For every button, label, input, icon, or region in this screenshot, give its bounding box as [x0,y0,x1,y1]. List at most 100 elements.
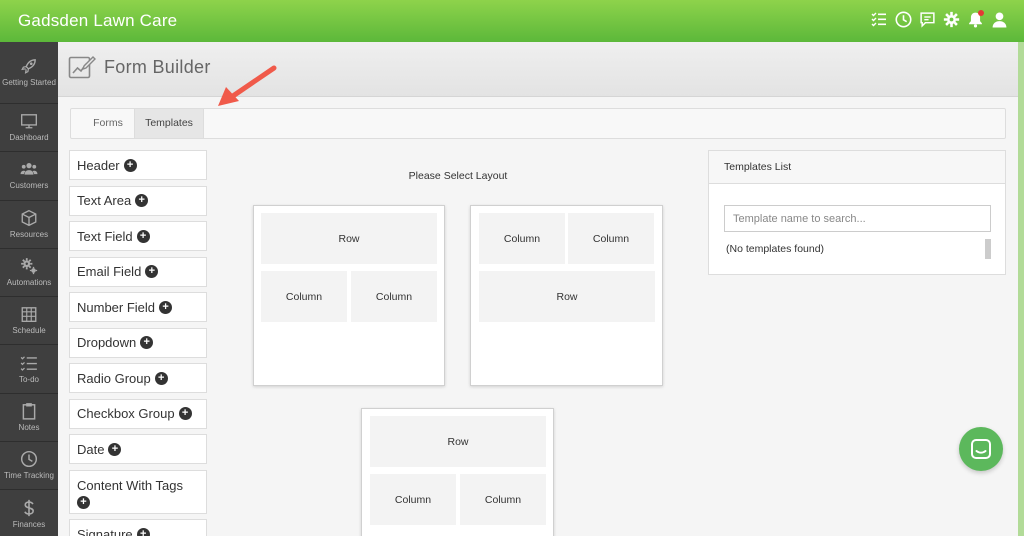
tab-templates[interactable]: Templates [134,109,204,138]
page-scrollbar[interactable] [1018,42,1024,536]
layout-cell-column: Column [370,474,456,525]
add-icon[interactable]: + [136,229,150,243]
add-icon[interactable]: + [145,265,159,278]
templates-panel-title: Templates List [709,151,1005,184]
field-label: Dropdown [77,335,137,350]
clipboard-icon [22,403,36,420]
clock-icon [20,451,38,468]
chat-button[interactable] [959,427,1003,471]
sidebar-item-label: Time Tracking [4,471,54,481]
field-number-field[interactable]: Number Field + [69,292,207,322]
field-label: Radio Group [77,370,151,386]
rocket-icon [21,59,36,74]
add-icon[interactable]: + [154,371,168,385]
templates-empty-text: (No templates found) [726,243,825,255]
field-palette: Header + Text Area + Text Field + Email Fie… [69,150,207,536]
templates-panel: Templates List (No templates found) [708,150,1006,275]
chat-icon[interactable] [918,10,936,28]
dollar-icon [24,499,34,516]
clock-icon[interactable] [894,10,912,28]
monitor-icon [21,114,37,129]
chat-bubble-icon [971,439,991,459]
field-dropdown[interactable]: Dropdown + [69,327,207,358]
field-label: Text Field [77,228,133,244]
gear-icon[interactable] [942,10,960,28]
top-icons [870,10,1008,28]
add-icon[interactable]: + [108,442,122,456]
add-icon[interactable]: + [135,194,149,207]
sidebar-item-label: Resources [9,229,49,239]
add-icon[interactable]: + [178,407,192,420]
field-checkbox-group[interactable]: Checkbox Group + [69,398,207,429]
sidebar-item-label: Automations [6,278,52,288]
sidebar-item-to-do[interactable]: To-do [0,345,58,394]
field-label: Date [77,441,105,457]
notification-dot [978,10,984,16]
sidebar-item-label: Schedule [12,326,46,336]
calendar-icon [21,307,37,323]
layout-cell-row: Row [479,271,655,322]
add-icon[interactable]: + [159,300,173,314]
layout-cell-column: Column [261,271,347,322]
tab-bar: Forms Templates [70,108,1006,139]
layout-two-columns-row[interactable]: Column Column Row [470,205,663,386]
field-label: Text Area [77,193,132,208]
sidebar-item-label: Customers [9,181,49,191]
user-icon[interactable] [990,10,1008,28]
sidebar-item-notes[interactable]: Notes [0,394,58,443]
annotation-arrow [218,65,277,106]
app-title: Gadsden Lawn Care [18,11,178,30]
field-radio-group[interactable]: Radio Group + [69,363,207,393]
gears-icon [21,258,38,275]
sidebar-item-label: Notes [18,422,40,432]
sidebar-item-schedule[interactable]: Schedule [0,297,58,346]
add-icon[interactable]: + [136,527,150,536]
field-label: Header [77,157,120,173]
field-signature[interactable]: Signature + [69,519,207,536]
sidebar-item-label: To-do [18,374,39,384]
field-label: Checkbox Group [77,406,175,421]
bell-icon[interactable] [966,10,984,28]
layout-cell-column: Column [479,213,565,264]
page-title: Form Builder [104,57,211,77]
field-header[interactable]: Header + [69,150,207,180]
field-text-area[interactable]: Text Area + [69,185,207,216]
checklist-icon[interactable] [870,10,888,28]
layout-row-two-columns[interactable]: Row Column Column [253,205,445,386]
sidebar-item-finances[interactable]: Finances [0,490,58,536]
list-check-icon [20,355,37,371]
users-icon [20,163,38,176]
layout-cell-column: Column [568,213,654,264]
form-chart-icon [68,56,96,79]
field-label: Number Field [77,299,156,315]
layout-cell-row: Row [261,213,437,264]
add-icon[interactable]: + [140,336,154,349]
sidebar-item-dashboard[interactable]: Dashboard [0,104,58,153]
sidebar-item-time-tracking[interactable]: Time Tracking [0,442,58,491]
layout-cell-row: Row [370,416,546,467]
sidebar-item-customers[interactable]: Customers [0,152,58,201]
layout-row-two-columns-alt[interactable]: Row Column Column [361,408,554,536]
top-bar: Gadsden Lawn Care [0,0,1024,42]
sidebar-item-automations[interactable]: Automations [0,249,58,298]
templates-scrollbar[interactable] [985,239,991,259]
field-email-field[interactable]: Email Field + [69,256,207,287]
sidebar-item-getting-started[interactable]: Getting Started [0,42,58,104]
add-icon[interactable]: + [77,496,90,509]
layout-title: Please Select Layout [408,170,508,182]
field-date[interactable]: Date + [69,434,207,464]
sidebar-item-label: Dashboard [9,133,49,143]
template-search-input[interactable] [724,205,991,232]
field-content-with-tags[interactable]: Content With Tags + [69,469,207,514]
field-label: Email Field [77,264,142,279]
layout-cell-column: Column [460,474,546,525]
cube-icon [21,209,37,226]
sidebar: Getting Started Dashboard Customers Reso… [0,42,58,536]
layout-cell-column: Column [351,271,437,322]
sidebar-item-resources[interactable]: Resources [0,201,58,249]
tab-forms[interactable]: Forms [83,109,133,138]
sidebar-item-label: Getting Started [2,78,56,87]
add-icon[interactable]: + [123,158,137,172]
field-label: Signature [77,526,133,536]
field-text-field[interactable]: Text Field + [69,221,207,251]
